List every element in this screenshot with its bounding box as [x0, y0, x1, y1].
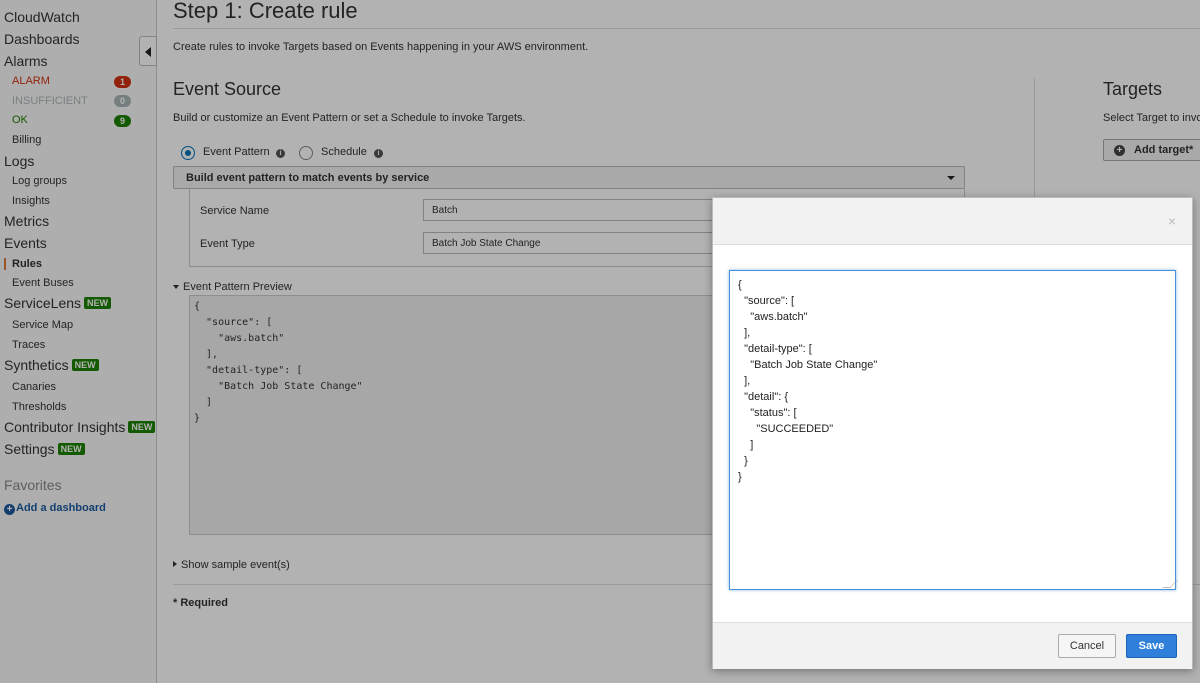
- close-icon[interactable]: ×: [1168, 213, 1176, 229]
- edit-event-pattern-dialog: × { "source": [ "aws.batch" ], "detail-t…: [712, 197, 1193, 669]
- cancel-button[interactable]: Cancel: [1058, 634, 1116, 658]
- event-pattern-json-editor[interactable]: { "source": [ "aws.batch" ], "detail-typ…: [729, 270, 1176, 590]
- dialog-footer: Cancel Save: [713, 622, 1192, 669]
- save-button[interactable]: Save: [1126, 634, 1177, 658]
- dialog-header: ×: [713, 198, 1192, 245]
